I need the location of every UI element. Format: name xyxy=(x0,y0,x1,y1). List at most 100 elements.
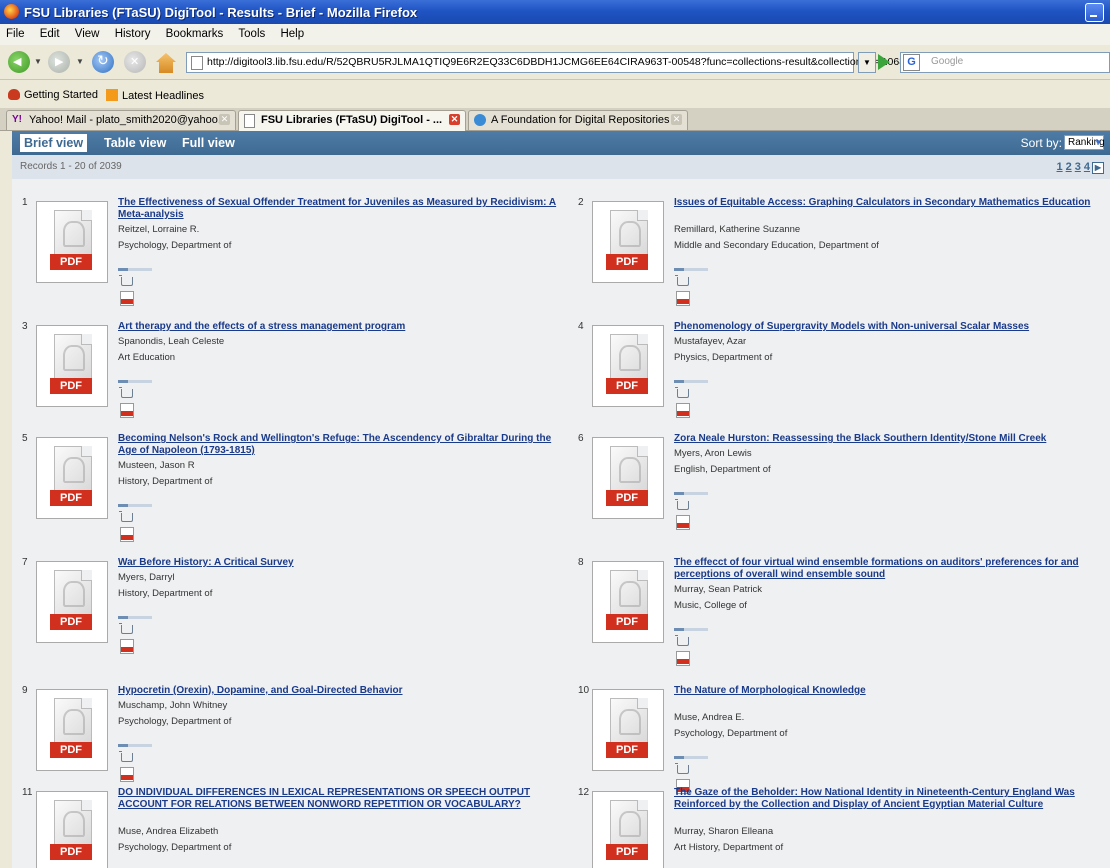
records-count: Records 1 - 20 of 2039 xyxy=(20,161,122,172)
result-record: 2 PDF Issues of Equitable Access: Graphing… xyxy=(578,197,1110,313)
address-bar[interactable]: http://digitool3.lib.fsu.edu/R/52QBRU5RJ… xyxy=(186,52,905,73)
pdf-label: PDF xyxy=(606,378,648,394)
records-bar: Records 1 - 20 of 2039 1 2 3 4 ▶ xyxy=(12,155,1110,179)
tab-close-icon[interactable]: ✕ xyxy=(671,114,682,125)
result-record: 3 PDF Art therapy and the effects of a str… xyxy=(22,321,562,437)
page-link[interactable]: 3 xyxy=(1075,161,1081,173)
url-dropdown-icon[interactable]: ▼ xyxy=(858,52,876,73)
cart-icon[interactable] xyxy=(675,635,689,646)
sort-by-label: Sort by: xyxy=(1020,136,1062,150)
cart-icon[interactable] xyxy=(119,511,133,522)
pdf-thumbnail[interactable]: PDF xyxy=(36,561,108,643)
pdf-thumbnail[interactable]: PDF xyxy=(36,689,108,771)
record-title-link[interactable]: DO INDIVIDUAL DIFFERENCES IN LEXICAL REP… xyxy=(118,787,558,811)
pdf-thumbnail[interactable]: PDF xyxy=(592,325,664,407)
menu-tools[interactable]: Tools xyxy=(238,28,271,40)
record-number: 12 xyxy=(578,787,590,798)
cart-icon[interactable] xyxy=(675,387,689,398)
page-link[interactable]: 2 xyxy=(1066,161,1072,173)
pdf-thumbnail[interactable]: PDF xyxy=(592,201,664,283)
document-icon xyxy=(54,210,92,258)
record-title-link[interactable]: Zora Neale Hurston: Reassessing the Blac… xyxy=(674,433,1110,445)
acrobat-logo-icon xyxy=(63,457,85,483)
pdf-icon[interactable] xyxy=(120,403,134,418)
forward-arrow-icon[interactable] xyxy=(48,51,70,73)
record-title-link[interactable]: Hypocretin (Orexin), Dopamine, and Goal-… xyxy=(118,685,558,697)
menu-help[interactable]: Help xyxy=(280,28,310,40)
tab-yahoo-mail[interactable]: Y! Yahoo! Mail - plato_smith2020@yahoo..… xyxy=(6,110,236,130)
page-link[interactable]: 1 xyxy=(1057,161,1063,173)
pdf-thumbnail[interactable]: PDF xyxy=(36,325,108,407)
pdf-icon[interactable] xyxy=(676,291,690,306)
pdf-thumbnail[interactable]: PDF xyxy=(592,561,664,643)
record-author: Mustafayev, Azar xyxy=(674,336,747,347)
record-department: Psychology, Department of xyxy=(674,728,788,739)
pdf-icon[interactable] xyxy=(676,515,690,530)
cart-icon[interactable] xyxy=(119,751,133,762)
result-record: 12 PDF The Gaze of the Beholder: How Natio… xyxy=(578,787,1110,868)
reload-icon[interactable] xyxy=(92,51,114,73)
pdf-icon[interactable] xyxy=(676,403,690,418)
page-link[interactable]: 4 xyxy=(1084,161,1090,173)
pdf-thumbnail[interactable]: PDF xyxy=(592,791,664,868)
back-dropdown-icon[interactable]: ▼ xyxy=(34,57,42,66)
pdf-icon[interactable] xyxy=(120,767,134,782)
record-title-link[interactable]: The Gaze of the Beholder: How National I… xyxy=(674,787,1110,811)
menu-history[interactable]: History xyxy=(115,28,157,40)
cart-icon[interactable] xyxy=(675,499,689,510)
record-number: 7 xyxy=(22,557,28,568)
record-title-link[interactable]: Phenomenology of Supergravity Models wit… xyxy=(674,321,1110,333)
forward-dropdown-icon[interactable]: ▼ xyxy=(76,57,84,66)
pdf-icon[interactable] xyxy=(120,291,134,306)
pdf-icon[interactable] xyxy=(120,527,134,542)
relevance-bar xyxy=(674,492,708,495)
tab-table-view[interactable]: Table view xyxy=(104,136,166,150)
sort-select[interactable]: Ranking xyxy=(1064,135,1105,150)
pdf-icon[interactable] xyxy=(676,651,690,666)
document-icon xyxy=(54,334,92,382)
menu-edit[interactable]: Edit xyxy=(40,28,66,40)
cart-icon[interactable] xyxy=(119,387,133,398)
bookmark-latest-headlines[interactable]: Latest Headlines xyxy=(106,89,204,102)
google-icon[interactable]: G xyxy=(903,54,920,71)
tab-full-view[interactable]: Full view xyxy=(182,136,235,150)
minimize-button[interactable] xyxy=(1085,3,1104,22)
cart-icon[interactable] xyxy=(119,623,133,634)
stop-icon[interactable] xyxy=(124,51,146,73)
page-content: Brief view Table view Full view Sort by:… xyxy=(12,131,1110,868)
go-arrow-icon[interactable] xyxy=(878,54,890,70)
document-icon xyxy=(54,800,92,848)
record-author: Myers, Darryl xyxy=(118,572,175,583)
cart-icon[interactable] xyxy=(119,275,133,286)
record-title-link[interactable]: War Before History: A Critical Survey xyxy=(118,557,558,569)
record-title-link[interactable]: The Nature of Morphological Knowledge xyxy=(674,685,1110,697)
pdf-thumbnail[interactable]: PDF xyxy=(592,689,664,771)
document-icon xyxy=(610,334,648,382)
tab-fsu-digitool[interactable]: FSU Libraries (FTaSU) DigiTool - ... ✕ xyxy=(238,110,466,132)
pdf-thumbnail[interactable]: PDF xyxy=(36,437,108,519)
menu-view[interactable]: View xyxy=(75,28,106,40)
back-arrow-icon[interactable] xyxy=(8,51,30,73)
next-page-icon[interactable]: ▶ xyxy=(1092,162,1104,174)
record-title-link[interactable]: Issues of Equitable Access: Graphing Cal… xyxy=(674,197,1110,209)
pdf-thumbnail[interactable]: PDF xyxy=(36,201,108,283)
pdf-thumbnail[interactable]: PDF xyxy=(36,791,108,868)
bookmark-getting-started[interactable]: Getting Started xyxy=(8,89,98,101)
record-title-link[interactable]: Becoming Nelson's Rock and Wellington's … xyxy=(118,433,558,457)
menu-file[interactable]: File xyxy=(6,28,31,40)
cart-icon[interactable] xyxy=(675,763,689,774)
tab-close-icon[interactable]: ✕ xyxy=(219,114,230,125)
pdf-icon[interactable] xyxy=(120,639,134,654)
tab-close-icon[interactable]: ✕ xyxy=(449,114,460,125)
cart-icon[interactable] xyxy=(675,275,689,286)
record-title-link[interactable]: Art therapy and the effects of a stress … xyxy=(118,321,558,333)
record-title-link[interactable]: The effecct of four virtual wind ensembl… xyxy=(674,557,1110,581)
tab-brief-view[interactable]: Brief view xyxy=(20,134,88,152)
home-icon[interactable] xyxy=(156,53,176,73)
pdf-thumbnail[interactable]: PDF xyxy=(592,437,664,519)
tab-foundation-repositories[interactable]: A Foundation for Digital Repositories ✕ xyxy=(468,110,688,130)
menu-bookmarks[interactable]: Bookmarks xyxy=(166,28,230,40)
search-box[interactable]: G Google xyxy=(900,52,1110,73)
record-title-link[interactable]: The Effectiveness of Sexual Offender Tre… xyxy=(118,197,558,221)
document-icon xyxy=(54,570,92,618)
